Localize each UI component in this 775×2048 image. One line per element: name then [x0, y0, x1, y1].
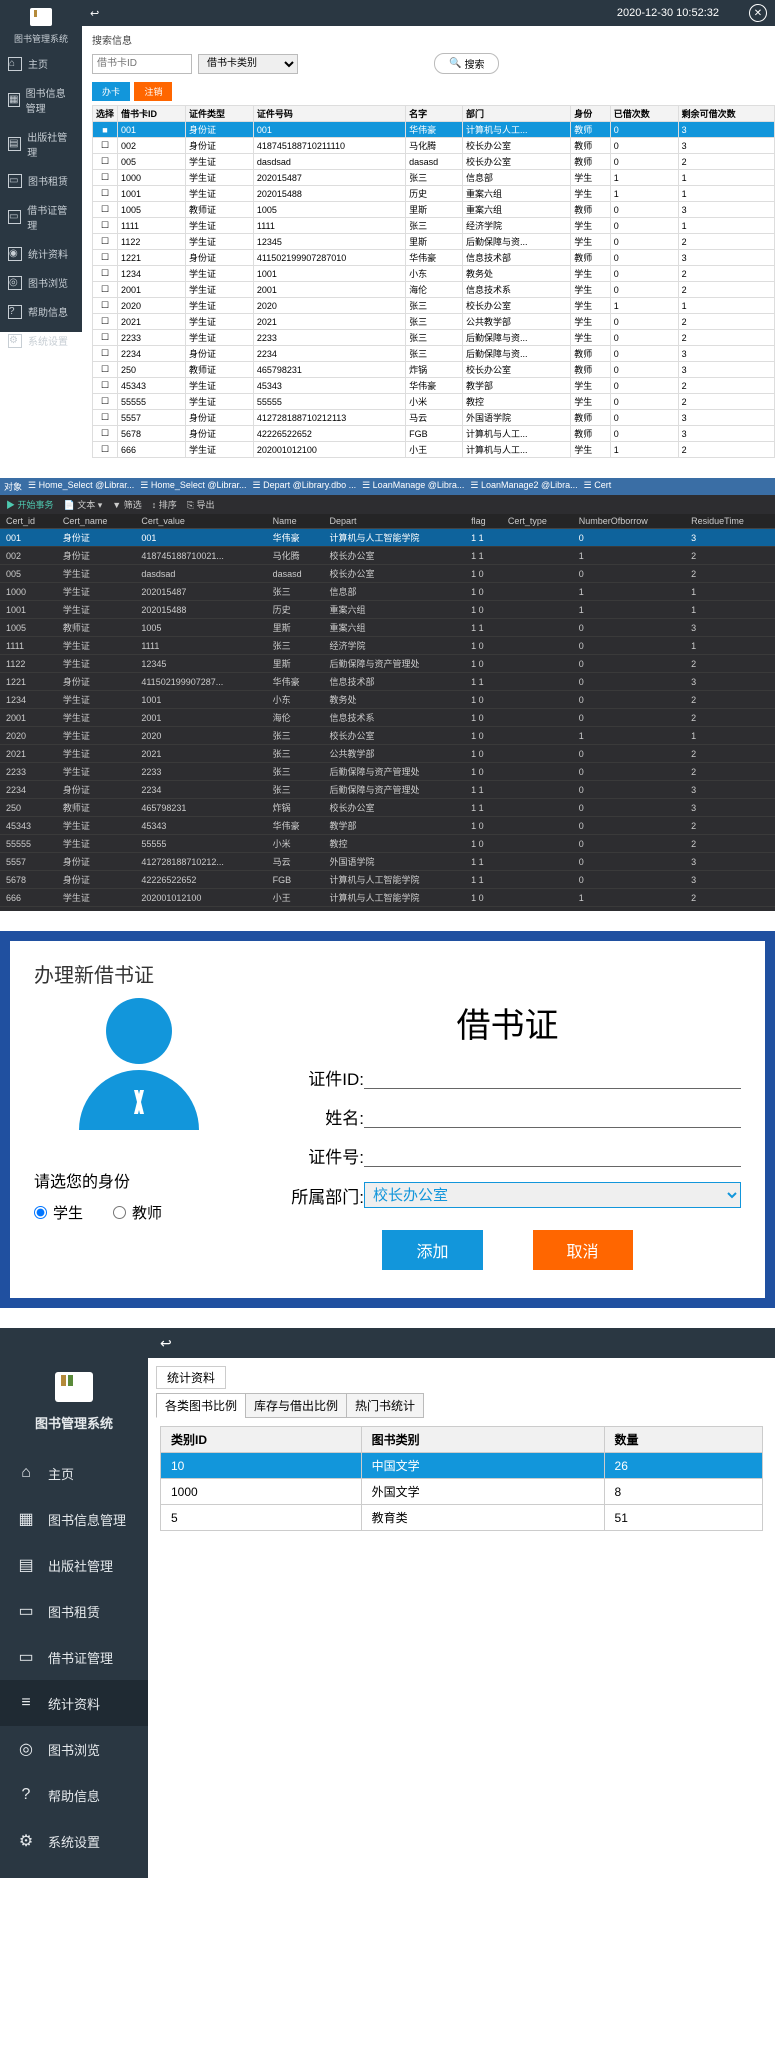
nav-item[interactable]: ◎图书浏览	[0, 268, 82, 297]
dialog-title: 办理新借书证	[34, 959, 741, 988]
input-id[interactable]	[364, 1067, 741, 1089]
cert-table[interactable]: 选择借书卡ID证件类型证件号码名字部门身份已借次数剩余可借次数■001身份证00…	[92, 105, 775, 458]
nav-item[interactable]: ▦图书信息管理	[0, 1496, 148, 1542]
nav-item[interactable]: ?帮助信息	[0, 1772, 148, 1818]
stats-panel: ↩ 图书管理系统 ⌂主页▦图书信息管理▤出版社管理▭图书租赁▭借书证管理≡统计资…	[0, 1328, 775, 1878]
radio-student[interactable]: 学生	[34, 1202, 83, 1223]
text-button[interactable]: 📄 文本 ▾	[64, 498, 103, 511]
delete-button[interactable]: 注销	[134, 82, 172, 101]
label-no: 证件号:	[274, 1143, 364, 1168]
sql-toolbar: ▶ 开始事务 📄 文本 ▾ ▼ 筛选 ↕ 排序 ⎘ 导出	[0, 495, 775, 514]
nav-item[interactable]: ▭借书证管理	[0, 195, 82, 239]
stats-table[interactable]: 类别ID图书类别数量10中国文学261000外国文学85教育类51	[160, 1426, 763, 1531]
nav-item[interactable]: ⚙系统设置	[0, 1818, 148, 1864]
nav-item[interactable]: ⌂主页	[0, 1450, 148, 1496]
nav-item[interactable]: ▤出版社管理	[0, 122, 82, 166]
sql-result-panel: 对象☰ Home_Select @Librar...☰ Home_Select …	[0, 478, 775, 911]
tab[interactable]: 库存与借出比例	[245, 1393, 347, 1418]
label-dept: 所属部门:	[274, 1183, 364, 1208]
nav-item[interactable]: ≡统计资料	[0, 1680, 148, 1726]
back-icon[interactable]: ↩	[90, 7, 99, 20]
close-icon[interactable]: ✕	[749, 4, 767, 22]
timestamp: 2020-12-30 10:52:32	[617, 7, 719, 19]
card-heading: 借书证	[274, 998, 741, 1047]
back-icon[interactable]: ↩	[160, 1335, 172, 1352]
nav-item[interactable]: ▭借书证管理	[0, 1634, 148, 1680]
nav-item[interactable]: ▤出版社管理	[0, 1542, 148, 1588]
nav-item[interactable]: ▦图书信息管理	[0, 78, 82, 122]
nav-item[interactable]: ◎图书浏览	[0, 1726, 148, 1772]
nav-list: ⌂主页▦图书信息管理▤出版社管理▭图书租赁▭借书证管理◉统计资料◎图书浏览?帮助…	[0, 49, 82, 355]
label-name: 姓名:	[274, 1104, 364, 1129]
label-id: 证件ID:	[274, 1065, 364, 1090]
cancel-button[interactable]: 取消	[533, 1230, 633, 1270]
tab[interactable]: 各类图书比例	[156, 1393, 246, 1418]
search-button[interactable]: 🔍 搜索	[434, 53, 499, 74]
sidebar-4: 图书管理系统 ⌂主页▦图书信息管理▤出版社管理▭图书租赁▭借书证管理≡统计资料◎…	[0, 1358, 148, 1878]
filter-button[interactable]: ▼ 筛选	[112, 498, 141, 511]
nav-list-4: ⌂主页▦图书信息管理▤出版社管理▭图书租赁▭借书证管理≡统计资料◎图书浏览?帮助…	[0, 1450, 148, 1864]
book-icon	[55, 1372, 93, 1402]
main-area: 搜索信息 借书卡类别 🔍 搜索 办卡 注销 选择借书卡ID证件类型证件号码名字部…	[82, 26, 775, 458]
breadcrumb: 统计资料	[156, 1366, 226, 1389]
search-label: 搜索信息	[82, 26, 775, 53]
nav-item[interactable]: ◉统计资料	[0, 239, 82, 268]
app-logo: 图书管理系统	[0, 0, 82, 49]
add-button[interactable]: 添加	[382, 1230, 482, 1270]
dept-select[interactable]: 校长办公室	[364, 1182, 741, 1208]
nav-item[interactable]: ▭图书租赁	[0, 1588, 148, 1634]
nav-item[interactable]: ?帮助信息	[0, 297, 82, 326]
input-name[interactable]	[364, 1106, 741, 1128]
titlebar-4: ↩	[0, 1328, 775, 1358]
library-cert-panel: ↩ 2020-12-30 10:52:32 ✕ 图书管理系统 ⌂主页▦图书信息管…	[0, 0, 775, 458]
sql-table[interactable]: Cert_idCert_nameCert_valueNameDepartflag…	[0, 514, 775, 907]
search-input[interactable]	[92, 54, 192, 74]
category-select[interactable]: 借书卡类别	[198, 54, 298, 74]
new-cert-dialog: 办理新借书证 请选您的身份 学生 教师 借书证 证件ID: 姓名: 证件号: 所…	[0, 931, 775, 1308]
export-button[interactable]: ⎘ 导出	[187, 498, 215, 511]
sort-button[interactable]: ↕ 排序	[152, 498, 177, 511]
sql-tabs[interactable]: 对象☰ Home_Select @Librar...☰ Home_Select …	[0, 478, 775, 495]
nav-item[interactable]: ▭图书租赁	[0, 166, 82, 195]
radio-teacher[interactable]: 教师	[113, 1202, 162, 1223]
main-area-4: 统计资料 各类图书比例库存与借出比例热门书统计 类别ID图书类别数量10中国文学…	[148, 1358, 775, 1878]
action-bar: 办卡 注销	[82, 80, 775, 105]
identity-label: 请选您的身份	[34, 1168, 244, 1192]
nav-item[interactable]: ⚙系统设置	[0, 326, 82, 355]
book-icon	[30, 8, 52, 26]
titlebar: ↩ 2020-12-30 10:52:32 ✕	[0, 0, 775, 26]
identity-radios: 学生 教师	[34, 1202, 244, 1223]
avatar-icon	[64, 998, 214, 1148]
begin-trans-button[interactable]: ▶ 开始事务	[6, 498, 54, 511]
search-controls: 借书卡类别 🔍 搜索	[82, 53, 775, 80]
stat-tabs[interactable]: 各类图书比例库存与借出比例热门书统计	[156, 1393, 775, 1418]
new-card-button[interactable]: 办卡	[92, 82, 130, 101]
app-logo: 图书管理系统	[0, 1372, 148, 1432]
input-no[interactable]	[364, 1145, 741, 1167]
sidebar: 图书管理系统 ⌂主页▦图书信息管理▤出版社管理▭图书租赁▭借书证管理◉统计资料◎…	[0, 0, 82, 332]
tab[interactable]: 热门书统计	[346, 1393, 424, 1418]
nav-item[interactable]: ⌂主页	[0, 49, 82, 78]
